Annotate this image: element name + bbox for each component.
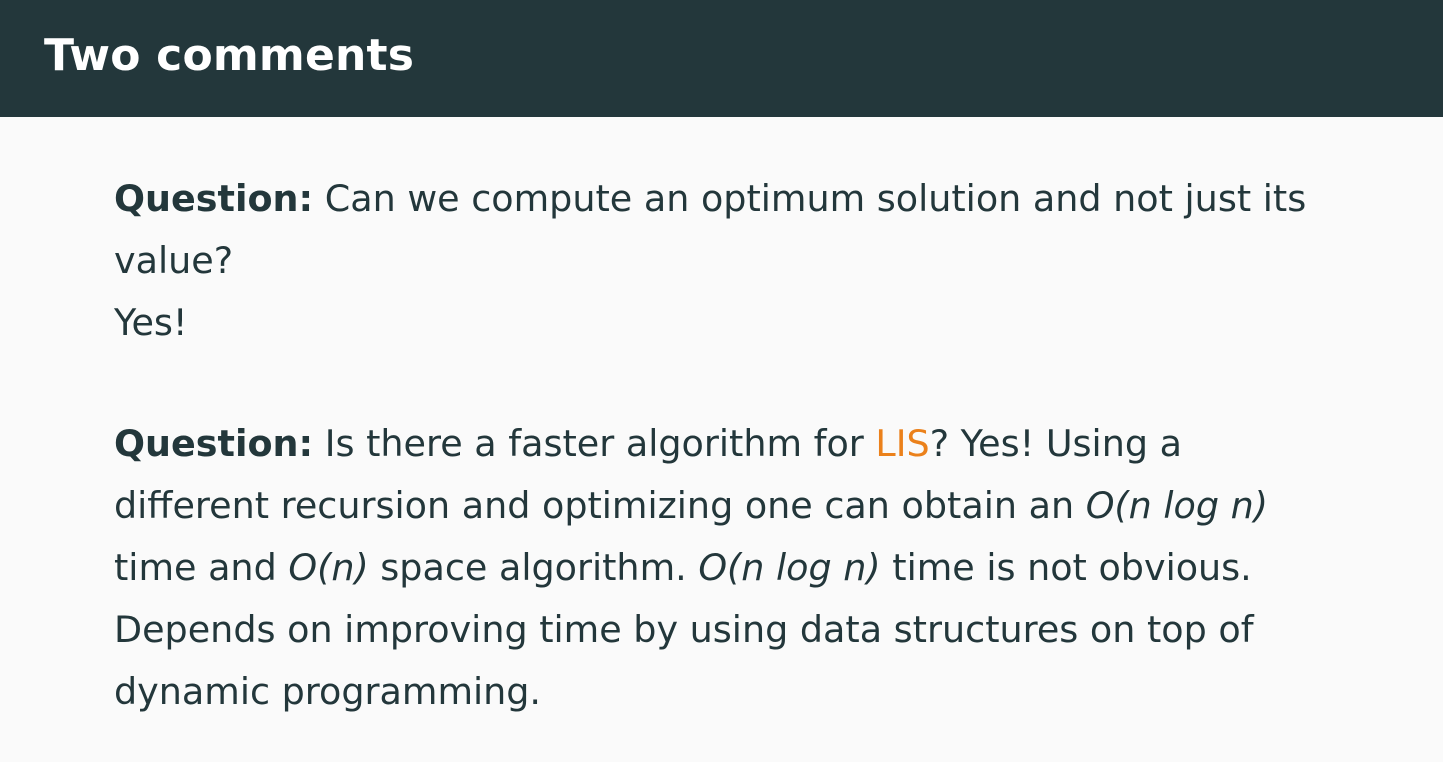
question-1: Question: Can we compute an optimum solu…: [114, 168, 1344, 292]
title-bar: Two comments: [0, 0, 1443, 117]
slide-title: Two comments: [44, 30, 415, 81]
body-text: time and: [114, 546, 289, 589]
body-text: space algorithm.: [368, 546, 699, 589]
question-label: Question:: [114, 177, 314, 220]
lis-term: LIS: [875, 422, 930, 465]
question-label: Question:: [114, 422, 314, 465]
math-expression: O(n log n): [698, 546, 881, 589]
answer-1: Yes!: [114, 301, 188, 344]
math-expression: O(n log n): [1085, 484, 1269, 527]
question-2: Question: Is there a faster algorithm fo…: [114, 413, 1344, 723]
math-expression: O(n): [288, 546, 369, 589]
question-text: Is there a faster algorithm for: [313, 422, 876, 465]
slide-content: Question: Can we compute an optimum solu…: [114, 168, 1344, 723]
